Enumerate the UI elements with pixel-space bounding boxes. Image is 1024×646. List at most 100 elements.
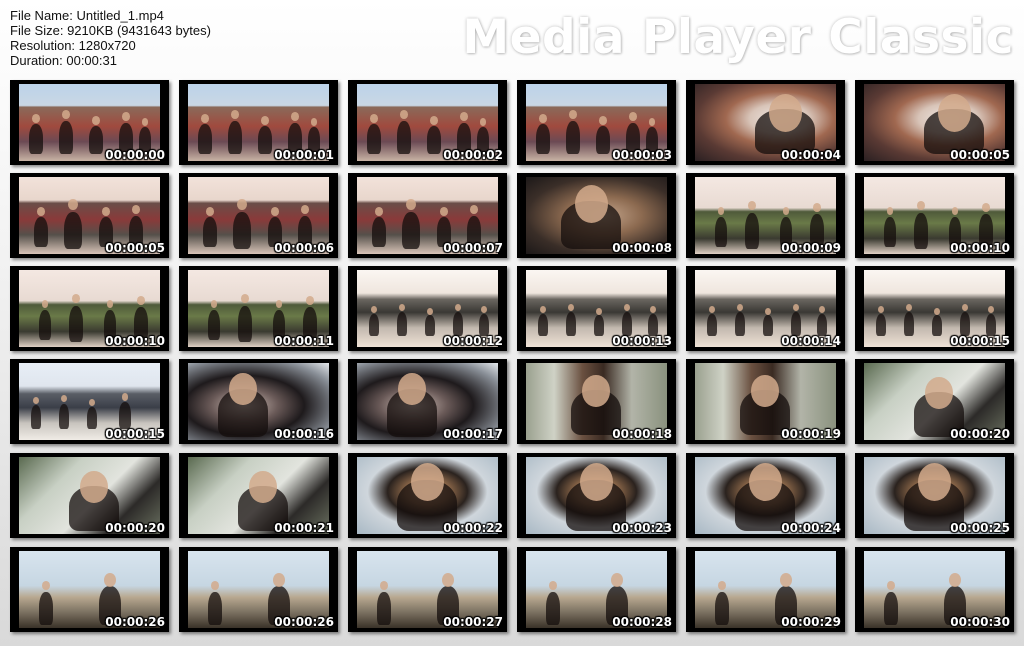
person-face: [540, 306, 546, 313]
person-face: [782, 207, 790, 215]
person-face: [33, 397, 39, 404]
person-face: [568, 304, 574, 311]
person-face: [370, 114, 378, 123]
person-face: [582, 375, 610, 407]
person-face: [906, 304, 912, 311]
person-face: [106, 300, 114, 308]
person-face: [371, 306, 377, 313]
person-silhouette: [258, 125, 272, 154]
person-silhouette: [536, 124, 550, 154]
person-face: [375, 207, 383, 216]
person-face: [610, 573, 624, 587]
person-face: [261, 116, 269, 125]
person-silhouette: [402, 211, 420, 249]
thumbnail: 00:00:10: [855, 173, 1014, 258]
thumbnail: 00:00:29: [686, 547, 845, 632]
thumbnail: 00:00:01: [179, 80, 338, 165]
thumbnail: 00:00:08: [517, 173, 676, 258]
person-face: [32, 114, 40, 123]
thumbnail: 00:00:11: [179, 266, 338, 351]
person-silhouette: [69, 306, 83, 342]
person-silhouette: [707, 313, 717, 336]
person-face: [768, 94, 802, 132]
person-face: [206, 207, 214, 216]
person-face: [819, 306, 825, 313]
thumbnail: 00:00:04: [686, 80, 845, 165]
person-face: [229, 373, 257, 405]
person-silhouette: [538, 313, 548, 336]
person-face: [569, 110, 577, 119]
timestamp-label: 00:00:05: [105, 241, 165, 255]
timestamp-label: 00:00:10: [950, 241, 1010, 255]
person-silhouette: [64, 211, 82, 249]
person-silhouette: [198, 124, 212, 154]
timestamp-label: 00:00:01: [274, 148, 334, 162]
person-silhouette: [904, 312, 914, 336]
person-face: [887, 581, 895, 590]
person-silhouette: [914, 213, 928, 249]
person-silhouette: [369, 313, 379, 336]
thumbnail: 00:00:13: [517, 266, 676, 351]
timestamp-label: 00:00:20: [105, 521, 165, 535]
person-face: [917, 463, 951, 501]
timestamp-label: 00:00:30: [950, 615, 1010, 629]
thumbnail: 00:00:25: [855, 453, 1014, 538]
timestamp-label: 00:00:24: [781, 521, 841, 535]
thumbnail: 00:00:23: [517, 453, 676, 538]
person-silhouette: [715, 592, 729, 625]
thumbnail: 00:00:12: [348, 266, 507, 351]
timestamp-label: 00:00:04: [781, 148, 841, 162]
person-face: [440, 207, 448, 216]
person-silhouette: [372, 217, 386, 247]
person-face: [89, 399, 95, 406]
person-face: [132, 205, 140, 214]
person-face: [793, 304, 799, 311]
timestamp-label: 00:00:22: [443, 521, 503, 535]
person-face: [765, 308, 771, 315]
person-face: [430, 116, 438, 125]
person-face: [211, 581, 219, 590]
person-face: [917, 201, 925, 210]
person-face: [301, 205, 309, 214]
person-face: [62, 110, 70, 119]
person-silhouette: [479, 313, 489, 336]
timestamp-label: 00:00:13: [612, 334, 672, 348]
person-silhouette: [960, 312, 970, 336]
thumbnail: 00:00:05: [10, 173, 169, 258]
person-face: [92, 116, 100, 125]
person-silhouette: [208, 592, 222, 625]
person-face: [291, 112, 299, 121]
person-face: [141, 118, 149, 126]
timestamp-label: 00:00:21: [274, 521, 334, 535]
person-silhouette: [594, 315, 604, 336]
person-face: [249, 471, 277, 503]
person-face: [479, 118, 487, 126]
timestamp-label: 00:00:16: [274, 427, 334, 441]
timestamp-label: 00:00:26: [105, 615, 165, 629]
person-silhouette: [817, 313, 827, 336]
person-silhouette: [59, 121, 73, 154]
person-face: [574, 185, 608, 223]
person-face: [241, 294, 249, 303]
timestamp-label: 00:00:00: [105, 148, 165, 162]
person-face: [650, 306, 656, 313]
timestamp-label: 00:00:14: [781, 334, 841, 348]
person-face: [271, 207, 279, 216]
timestamp-label: 00:00:29: [781, 615, 841, 629]
person-face: [751, 375, 779, 407]
person-silhouette: [648, 313, 658, 336]
timestamp-label: 00:00:06: [274, 241, 334, 255]
person-face: [427, 308, 433, 315]
timestamp-label: 00:00:10: [105, 334, 165, 348]
person-silhouette: [119, 402, 131, 429]
person-silhouette: [228, 121, 242, 154]
thumbnail: 00:00:06: [179, 173, 338, 258]
person-face: [42, 581, 50, 590]
thumbnail: 00:00:30: [855, 547, 1014, 632]
person-silhouette: [745, 213, 759, 249]
person-face: [937, 94, 971, 132]
thumbnail: 00:00:26: [179, 547, 338, 632]
person-face: [210, 300, 218, 308]
person-face: [624, 304, 630, 311]
person-face: [68, 199, 78, 211]
